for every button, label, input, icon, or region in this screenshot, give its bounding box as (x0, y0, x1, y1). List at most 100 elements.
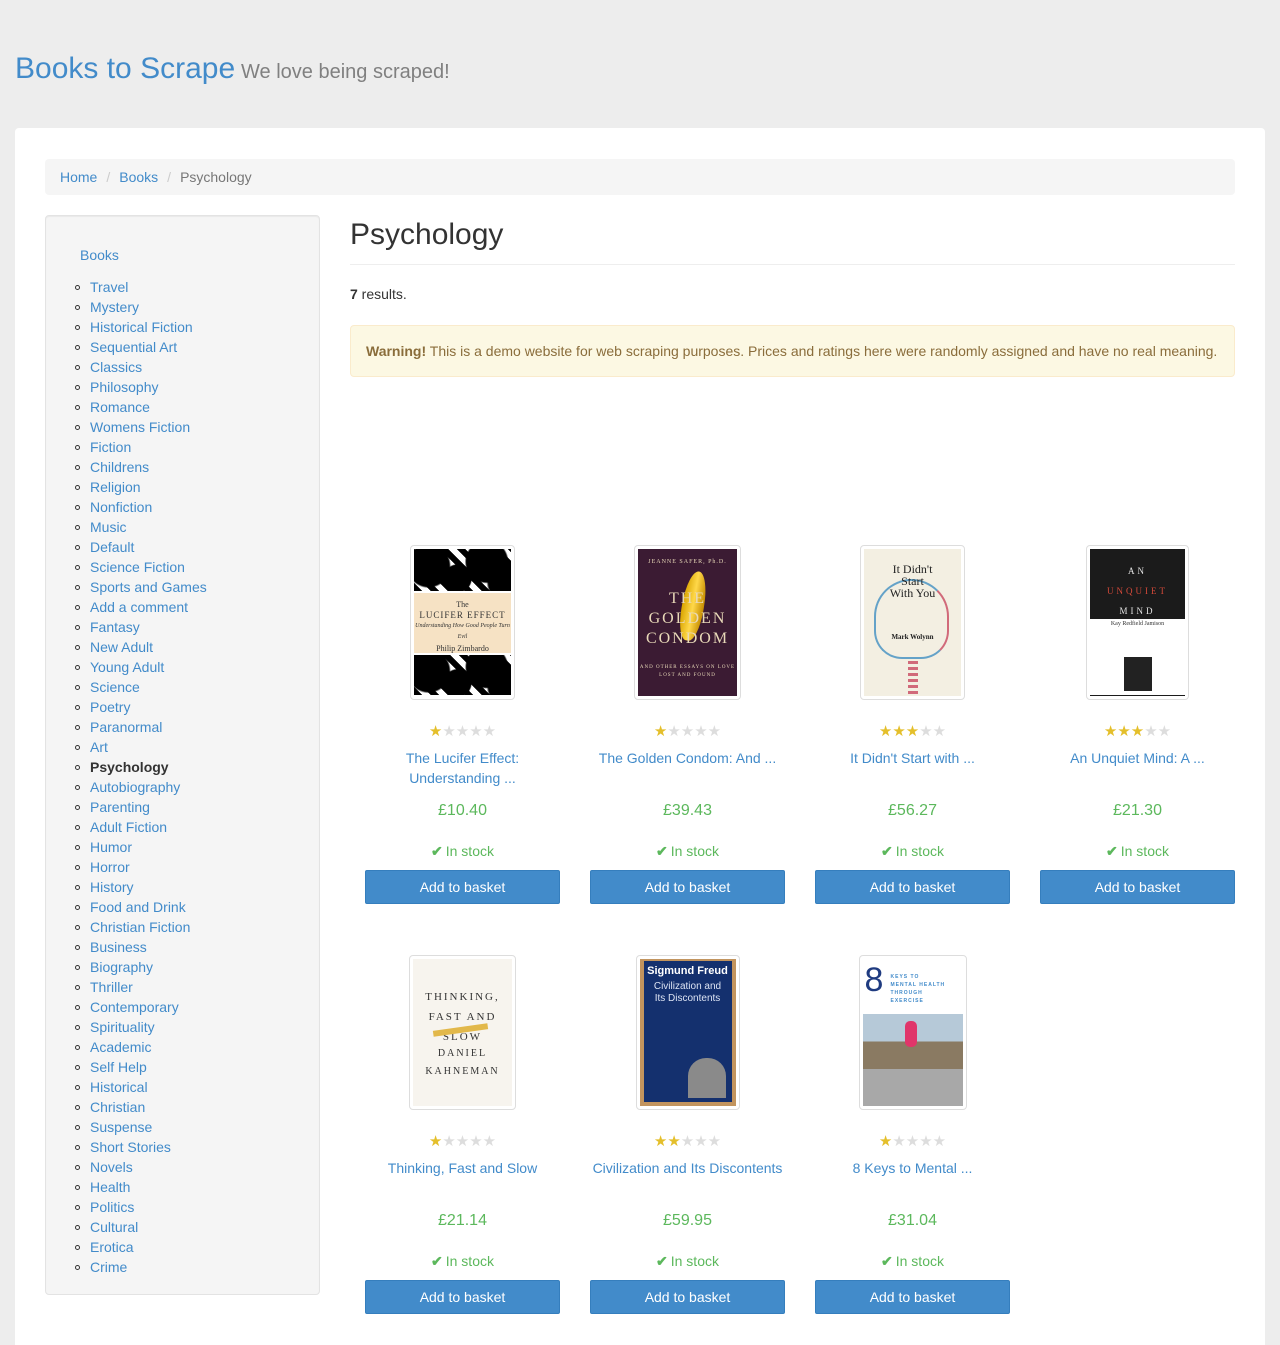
category-link[interactable]: Academic (90, 1039, 151, 1055)
book-cover-link[interactable]: The LUCIFER EFFECT Understanding How Good … (410, 545, 515, 700)
category-link[interactable]: Short Stories (90, 1139, 171, 1155)
sidebar-item-short-stories: Short Stories (70, 1137, 207, 1157)
category-link[interactable]: Nonfiction (90, 499, 152, 515)
add-to-basket-button[interactable]: Add to basket (815, 870, 1010, 904)
book-price: £39.43 (663, 802, 712, 819)
book-cover-link[interactable]: JEANNE SAFER, Ph.D. THE GOLDEN CONDOM AND OT… (634, 545, 741, 700)
category-link[interactable]: New Adult (90, 639, 153, 655)
category-link[interactable]: Contemporary (90, 999, 179, 1015)
sidebar-item-science-fiction: Science Fiction (70, 557, 207, 577)
category-link[interactable]: Sports and Games (90, 579, 207, 595)
category-link[interactable]: Suspense (90, 1119, 152, 1135)
category-link[interactable]: Paranormal (90, 719, 162, 735)
category-link[interactable]: Young Adult (90, 659, 164, 675)
checkmark-icon: ✔ (881, 843, 893, 859)
category-link[interactable]: Mystery (90, 299, 139, 315)
category-link[interactable]: Fantasy (90, 619, 140, 635)
sidebar-item-mystery: Mystery (70, 297, 207, 317)
availability: ✔ In stock (365, 843, 560, 860)
sidebar-item-travel: Travel (70, 277, 207, 297)
add-to-basket-button[interactable]: Add to basket (815, 1280, 1010, 1314)
category-link[interactable]: Classics (90, 359, 142, 375)
category-link[interactable]: Womens Fiction (90, 419, 190, 435)
availability: ✔ In stock (815, 1253, 1010, 1270)
category-link[interactable]: Christian Fiction (90, 919, 190, 935)
category-link[interactable]: Science (90, 679, 140, 695)
sidebar-item-fantasy: Fantasy (70, 617, 207, 637)
category-link[interactable]: Health (90, 1179, 130, 1195)
category-link[interactable]: History (90, 879, 134, 895)
category-link[interactable]: Parenting (90, 799, 150, 815)
book-title-link[interactable]: The Lucifer Effect: Understanding ... (365, 748, 560, 788)
category-link[interactable]: Poetry (90, 699, 130, 715)
category-link[interactable]: Erotica (90, 1239, 134, 1255)
brand-link[interactable]: Books to Scrape (15, 52, 235, 85)
category-link[interactable]: Art (90, 739, 108, 755)
sidebar-item-nonfiction: Nonfiction (70, 497, 207, 517)
sidebar-item-science: Science (70, 677, 207, 697)
sidebar-item-fiction: Fiction (70, 437, 207, 457)
category-link[interactable]: Self Help (90, 1059, 147, 1075)
category-link[interactable]: Crime (90, 1259, 127, 1275)
category-link[interactable]: Politics (90, 1199, 134, 1215)
results-suffix: results. (357, 286, 407, 302)
category-link[interactable]: Music (90, 519, 127, 535)
category-link[interactable]: Adult Fiction (90, 819, 167, 835)
category-link[interactable]: Business (90, 939, 147, 955)
category-link[interactable]: Spirituality (90, 1019, 155, 1035)
star-icon: ★ (707, 723, 722, 740)
category-link[interactable]: Sequential Art (90, 339, 177, 355)
book-title-link[interactable]: An Unquiet Mind: A ... (1040, 748, 1235, 768)
category-link[interactable]: Humor (90, 839, 132, 855)
category-link[interactable]: Historical Fiction (90, 319, 193, 335)
star-icon: ★ (694, 1133, 708, 1150)
category-link[interactable]: Psychology (90, 759, 169, 775)
category-link[interactable]: Novels (90, 1159, 133, 1175)
category-link[interactable]: Food and Drink (90, 899, 186, 915)
star-rating: ★★★★★ (815, 722, 1010, 740)
add-to-basket-button[interactable]: Add to basket (1040, 870, 1235, 904)
product-card: THINKING, FAST AND SLOW DANIEL KAHNEMAN ★★★… (365, 955, 560, 1315)
category-link[interactable]: Travel (90, 279, 128, 295)
category-link[interactable]: Biography (90, 959, 153, 975)
category-link[interactable]: Romance (90, 399, 150, 415)
category-link[interactable]: Religion (90, 479, 141, 495)
book-cover-link[interactable]: 8 KEYS TO MENTAL HEALTH THROUGH EXERCISE (858, 955, 967, 1110)
book-title-link[interactable]: Thinking, Fast and Slow (365, 1158, 560, 1178)
add-to-basket-button[interactable]: Add to basket (365, 1280, 560, 1314)
category-link[interactable]: Philosophy (90, 379, 159, 395)
availability-text: In stock (1120, 843, 1169, 859)
add-to-basket-button[interactable]: Add to basket (590, 1280, 785, 1314)
category-link[interactable]: Autobiography (90, 779, 180, 795)
category-link[interactable]: Science Fiction (90, 559, 185, 575)
category-link[interactable]: Historical (90, 1079, 148, 1095)
category-link[interactable]: Cultural (90, 1219, 138, 1235)
site-header: Books to Scrape We love being scraped! (0, 0, 1280, 128)
book-title-link[interactable]: The Golden Condom: And ... (590, 748, 785, 768)
sidebar-root-books-link[interactable]: Books (80, 247, 119, 263)
book-title-link[interactable]: 8 Keys to Mental ... (815, 1158, 1010, 1178)
book-cover-link[interactable]: Sigmund Freud Civilization and Its Discont… (635, 955, 740, 1110)
category-link[interactable]: Christian (90, 1099, 145, 1115)
add-to-basket-button[interactable]: Add to basket (590, 870, 785, 904)
category-link[interactable]: Fiction (90, 439, 131, 455)
checkmark-icon: ✔ (656, 843, 668, 859)
title-divider (350, 264, 1235, 265)
breadcrumb-books-link[interactable]: Books (119, 169, 158, 185)
category-link[interactable]: Add a comment (90, 599, 188, 615)
book-cover-link[interactable]: AN UNQUIET MIND Kay Redfield Jamison (1086, 545, 1189, 700)
book-title-link[interactable]: Civilization and Its Discontents (590, 1158, 785, 1178)
sidebar-item-add-a-comment: Add a comment (70, 597, 207, 617)
category-link[interactable]: Childrens (90, 459, 149, 475)
alert-text: This is a demo website for web scraping … (426, 343, 1218, 359)
star-icon: ★ (905, 1133, 920, 1150)
book-cover-link[interactable]: It Didn't Start With You Mark Wolynn (860, 545, 965, 700)
book-cover-link[interactable]: THINKING, FAST AND SLOW DANIEL KAHNEMAN (409, 955, 516, 1110)
category-link[interactable]: Default (90, 539, 134, 555)
book-title-link[interactable]: It Didn't Start with ... (815, 748, 1010, 768)
star-icon: ★ (932, 1133, 947, 1150)
breadcrumb-home-link[interactable]: Home (60, 169, 97, 185)
category-link[interactable]: Horror (90, 859, 130, 875)
category-link[interactable]: Thriller (90, 979, 133, 995)
add-to-basket-button[interactable]: Add to basket (365, 870, 560, 904)
